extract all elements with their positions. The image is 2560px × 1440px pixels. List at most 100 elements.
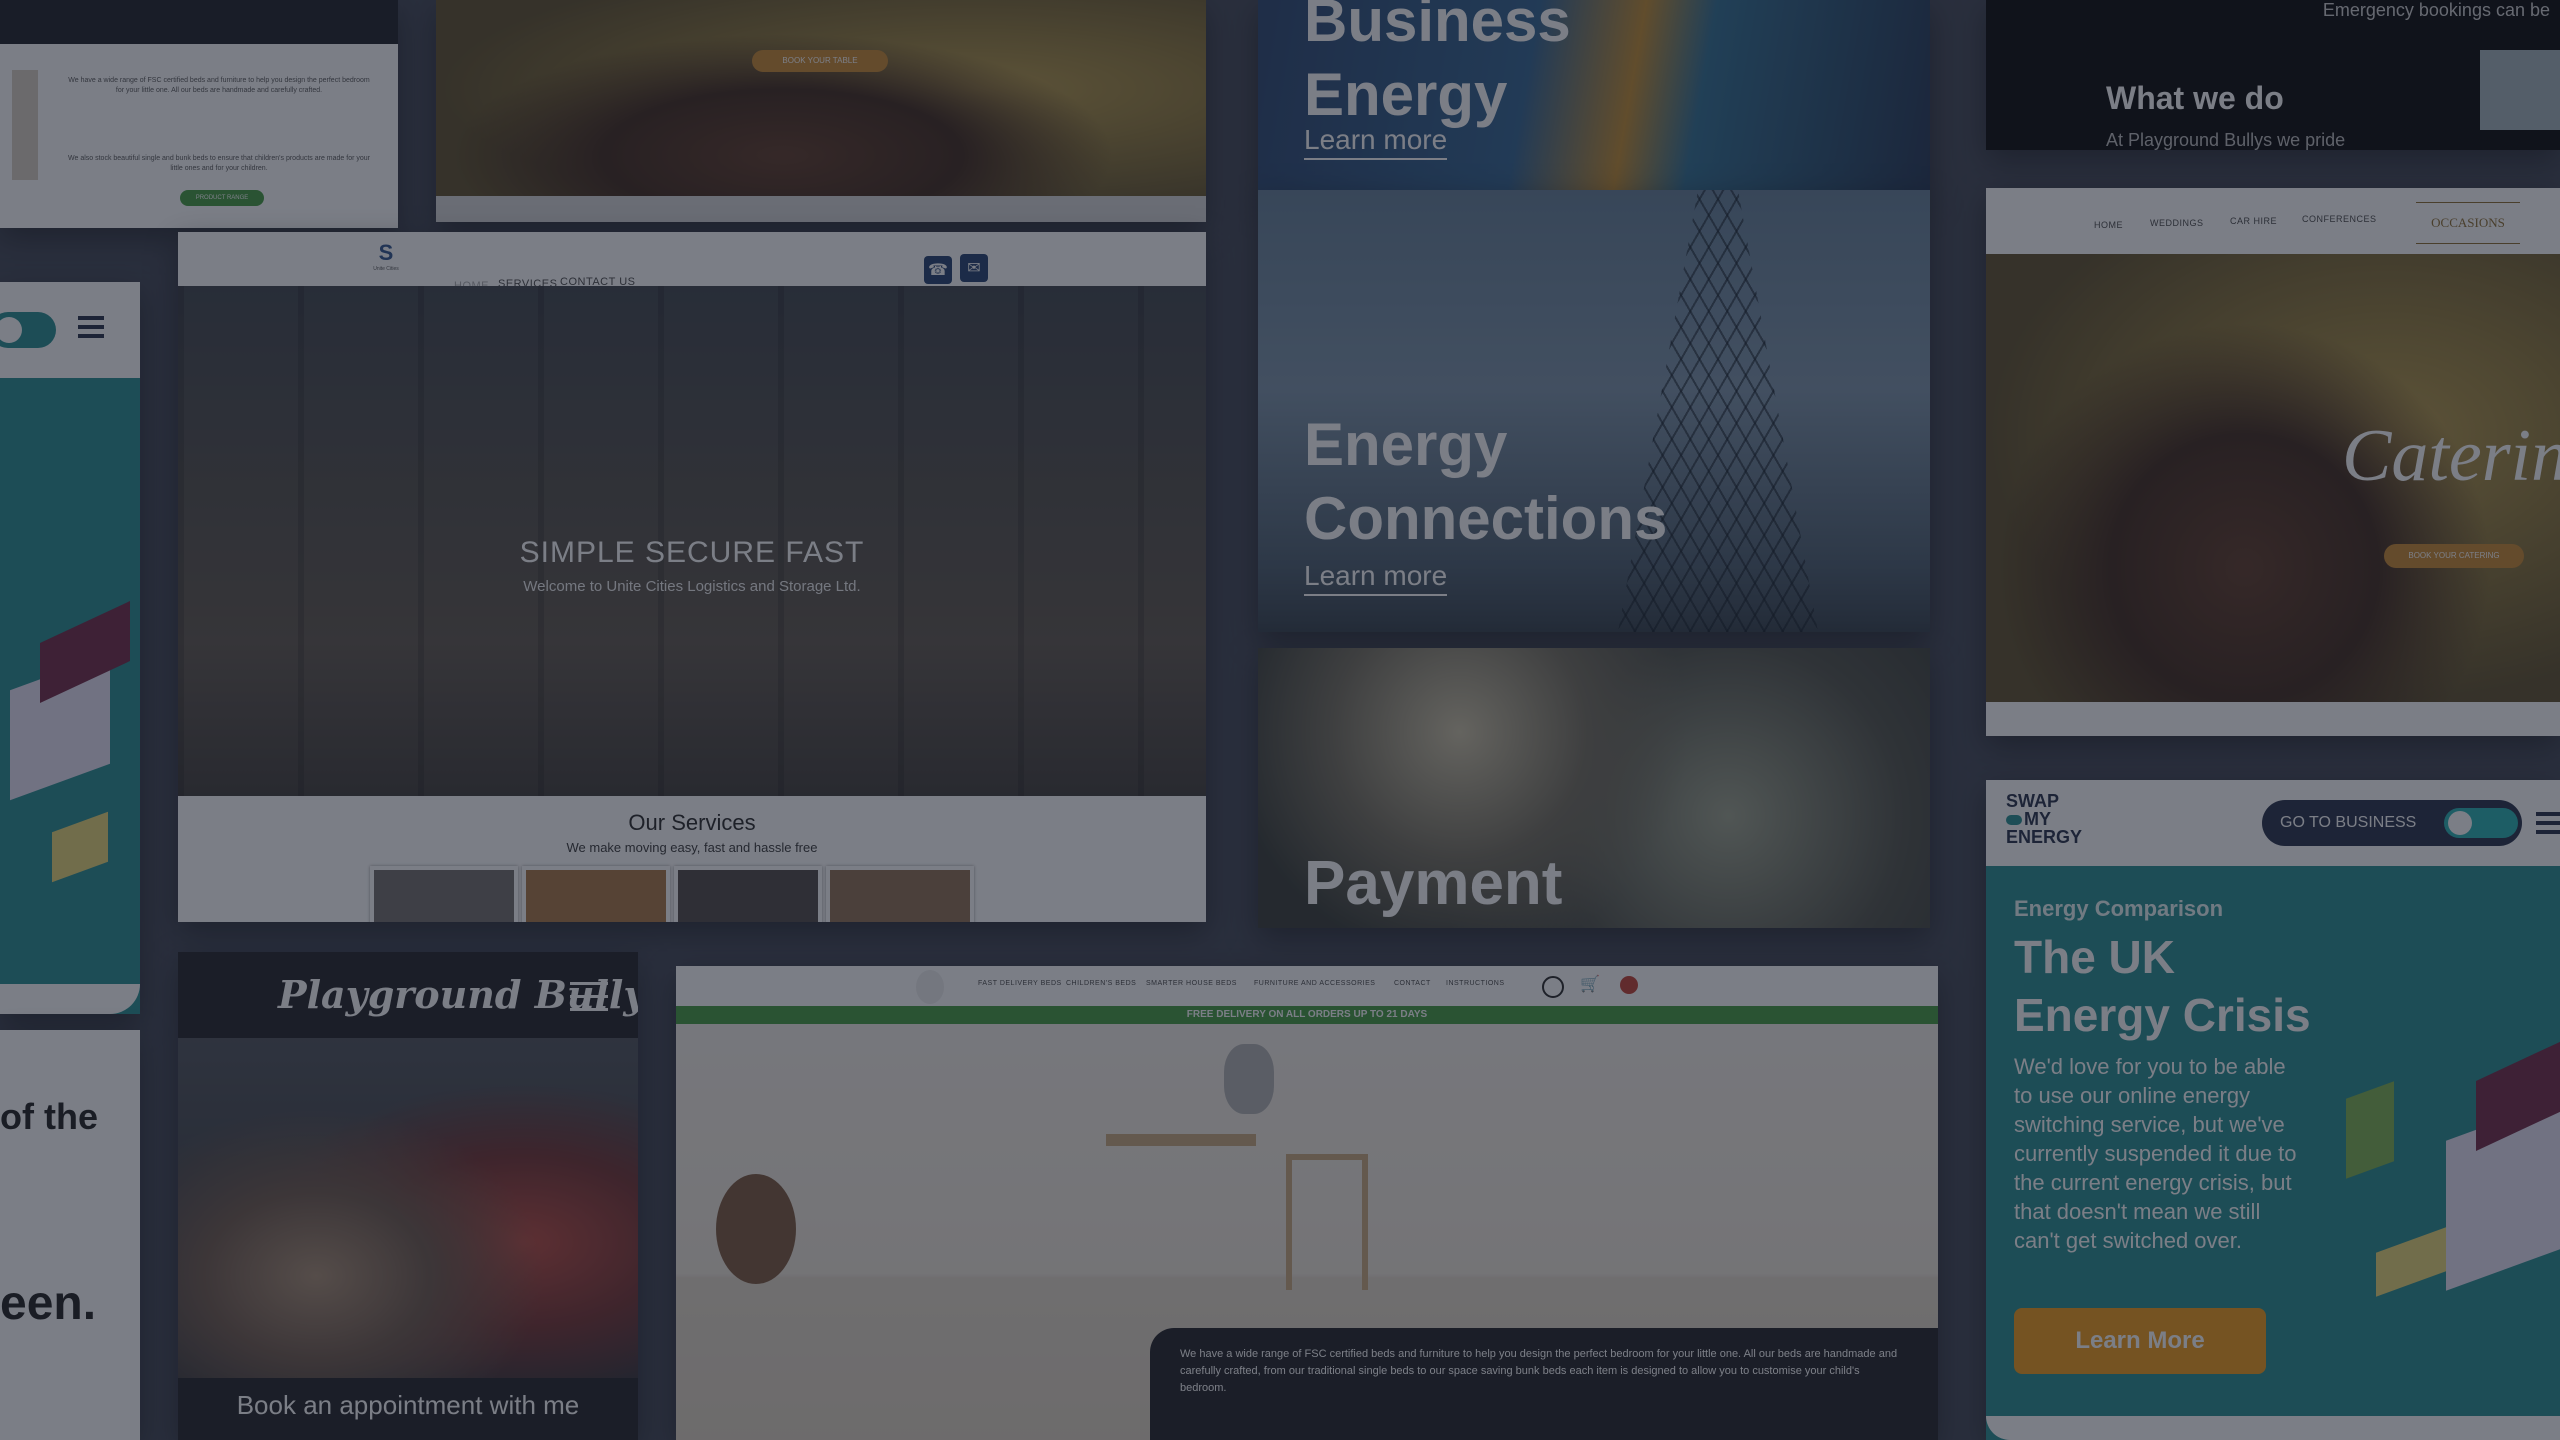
- kids-navbar: FAST DELIVERY BEDS CHILDREN'S BEDS SMART…: [676, 966, 1938, 1006]
- logo-line-1: SWAP: [2006, 791, 2060, 811]
- tile-beds-text: We have a wide range of FSC certified be…: [0, 0, 398, 228]
- side-photo: [12, 70, 38, 180]
- logo-line-3: ENERGY: [2006, 827, 2083, 847]
- swap-body: We'd love for you to be able to use our …: [2014, 1054, 2297, 1253]
- logistics-navbar: S Unite Cities HOME SERVICES CONTACT US …: [178, 232, 1206, 292]
- swap-header: SWAP MY ENERGY GO TO BUSINESS: [1986, 780, 2560, 866]
- toggle-knob: [0, 317, 22, 343]
- product-range-button[interactable]: PRODUCT RANGE: [180, 190, 264, 206]
- nav-furniture[interactable]: FURNITURE AND ACCESSORIES: [1254, 980, 1375, 987]
- bullys-header: Playground Bullys: [178, 952, 638, 1038]
- tile-logistics: S Unite Cities HOME SERVICES CONTACT US …: [178, 232, 1206, 922]
- toggle-track: [2444, 808, 2518, 838]
- hero-subtitle: Welcome to Unite Cities Logistics and St…: [523, 578, 861, 595]
- nav-conferences[interactable]: CONFERENCES: [2302, 214, 2377, 224]
- food-footer-strip: [436, 196, 1206, 222]
- tile-what-we-do: Emergency bookings can be What we do At …: [1986, 0, 2560, 150]
- left-text-2: een.: [0, 1277, 97, 1330]
- logistics-logo-text: Unite Cities: [373, 266, 399, 272]
- energy-toggle[interactable]: [0, 312, 56, 348]
- free-delivery-banner: FREE DELIVERY ON ALL ORDERS UP TO 21 DAY…: [676, 1006, 1938, 1024]
- tile-swap-left: [0, 282, 140, 1014]
- service-card-1[interactable]: [370, 866, 518, 922]
- kids-overlay-card: We have a wide range of FSC certified be…: [1150, 1328, 1938, 1440]
- hamburger-icon[interactable]: [570, 982, 608, 1014]
- phone-icon[interactable]: ☎: [924, 256, 952, 284]
- nav-fast-delivery[interactable]: FAST DELIVERY BEDS: [978, 980, 1062, 987]
- mail-icon[interactable]: ✉: [960, 254, 988, 282]
- nav-smarter-house-beds[interactable]: SMARTER HOUSE BEDS: [1146, 980, 1237, 987]
- service-card-4[interactable]: [826, 866, 974, 922]
- services-title: Our Services: [628, 810, 756, 835]
- white-curve: [0, 984, 140, 1014]
- energy-connections-title-2: Connections: [1304, 485, 1668, 552]
- desk: [1106, 1134, 1256, 1146]
- swap-left-header: [0, 282, 140, 378]
- emergency-text: Emergency bookings can be: [2322, 0, 2550, 20]
- tile-energy-connections: Energy Connections Learn more: [1258, 190, 1930, 632]
- nav-weddings[interactable]: WEDDINGS: [2150, 218, 2204, 228]
- catering-script-title: Catering: [2342, 415, 2560, 497]
- business-energy-learn-more[interactable]: Learn more: [1304, 124, 1448, 160]
- energy-connections-title-1: Energy: [1304, 411, 1508, 478]
- house-illustration: [2326, 1039, 2560, 1340]
- hero-title: SIMPLE SECURE FAST: [519, 536, 865, 569]
- swap-logo: SWAP MY ENERGY: [2006, 792, 2082, 846]
- bunny-toy: [1224, 1044, 1274, 1114]
- flag-icon[interactable]: [1620, 976, 1638, 994]
- swap-learn-more-button[interactable]: Learn More: [2014, 1308, 2266, 1374]
- energy-connections-learn-more[interactable]: Learn more: [1304, 560, 1448, 596]
- what-we-do-heading: What we do: [2106, 80, 2284, 116]
- left-text-1: of the: [0, 1096, 98, 1137]
- catering-hero: Catering BOOK YOUR CATERING: [1986, 254, 2560, 702]
- hamburger-icon[interactable]: [2536, 812, 2560, 834]
- logistics-hero: SIMPLE SECURE FAST Welcome to Unite Citi…: [178, 286, 1206, 796]
- tile-business-energy: Business Energy Learn more: [1258, 0, 1930, 198]
- bullys-hero-photo: [178, 1038, 638, 1378]
- tile-playground-bullys: Playground Bullys Book an appointment wi…: [178, 952, 638, 1440]
- swap-eyebrow: Energy Comparison: [2014, 896, 2224, 921]
- go-to-business-label: GO TO BUSINESS: [2280, 814, 2417, 831]
- go-to-business-toggle[interactable]: GO TO BUSINESS: [2262, 800, 2522, 846]
- service-card-2[interactable]: [522, 866, 670, 922]
- nav-instructions[interactable]: INSTRUCTIONS: [1446, 980, 1505, 987]
- tile-swap-energy: SWAP MY ENERGY GO TO BUSINESS Energy Com…: [1986, 780, 2560, 1440]
- nav-car-hire[interactable]: CAR HIRE: [2230, 216, 2277, 226]
- account-icon[interactable]: [1542, 976, 1564, 998]
- payment-title: Payment: [1304, 849, 1563, 918]
- beds-paragraph-1: We have a wide range of FSC certified be…: [68, 77, 370, 94]
- cart-icon[interactable]: 🛒: [1580, 974, 1600, 994]
- dark-header-strip: [0, 0, 398, 44]
- kids-overlay-text: We have a wide range of FSC certified be…: [1180, 1348, 1898, 1394]
- book-catering-button[interactable]: BOOK YOUR CATERING: [2384, 544, 2524, 568]
- beds-paragraph-2: We also stock beautiful single and bunk …: [68, 155, 370, 172]
- catering-navbar: HOME WEDDINGS CAR HIRE CONFERENCES OCCAS…: [1986, 188, 2560, 254]
- swap-title-2: Energy Crisis: [2014, 989, 2311, 1041]
- what-we-do-sub: At Playground Bullys we pride: [2106, 130, 2346, 150]
- chair: [1286, 1154, 1368, 1290]
- bullys-cta[interactable]: Book an appointment with me: [178, 1390, 638, 1421]
- nav-childrens-beds[interactable]: CHILDREN'S BEDS: [1066, 980, 1136, 987]
- swap-title-1: The UK: [2014, 931, 2175, 983]
- hamburger-icon[interactable]: [78, 316, 104, 338]
- service-card-3[interactable]: [674, 866, 822, 922]
- book-table-button[interactable]: BOOK YOUR TABLE: [752, 50, 888, 72]
- kids-logo: [916, 970, 944, 1004]
- logo-line-2: MY: [2006, 810, 2082, 828]
- tile-payment: Payment: [1258, 648, 1930, 928]
- portfolio-collage: We have a wide range of FSC certified be…: [0, 0, 2560, 1440]
- plant-pot: [716, 1174, 796, 1284]
- logistics-logo: S Unite Cities: [368, 240, 404, 280]
- white-curve: [1986, 1416, 2560, 1440]
- nav-contact[interactable]: CONTACT: [1394, 980, 1431, 987]
- side-photo: [2480, 50, 2560, 130]
- house-illustration: [0, 582, 140, 902]
- tile-food-top: BOOK YOUR TABLE: [436, 0, 1206, 222]
- business-energy-title-1: Business: [1304, 0, 1571, 54]
- occasions-logo: OCCASIONS: [2416, 202, 2520, 244]
- business-energy-title-2: Energy: [1304, 61, 1508, 128]
- nav-home[interactable]: HOME: [2094, 220, 2123, 230]
- tile-left-text: of the een.: [0, 1030, 140, 1440]
- services-subtitle: We make moving easy, fast and hassle fre…: [566, 840, 818, 855]
- pylon-graphic: [1618, 190, 1818, 632]
